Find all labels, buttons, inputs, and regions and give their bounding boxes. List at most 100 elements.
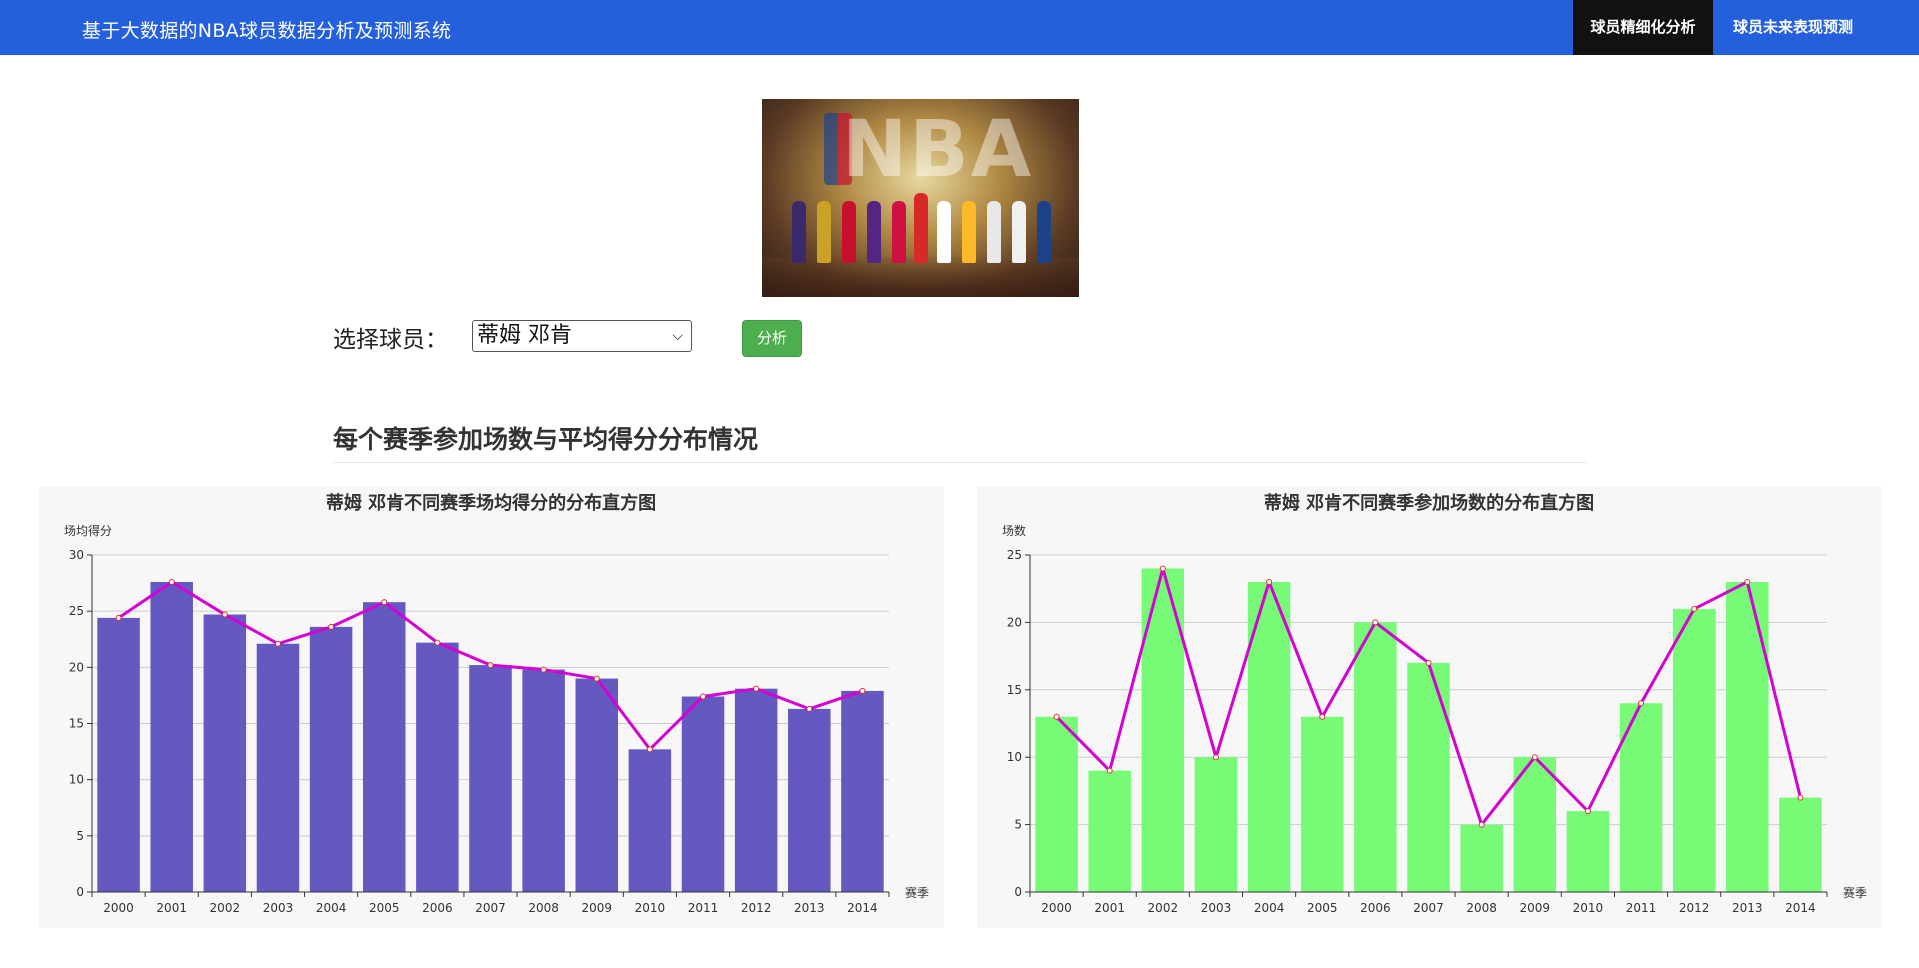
x-tick-label: 2011 xyxy=(1626,901,1657,915)
trend-point xyxy=(1372,619,1379,626)
trend-point xyxy=(1425,659,1432,666)
trend-point xyxy=(859,687,866,694)
x-tick-label: 2001 xyxy=(156,901,187,915)
player-figure xyxy=(1037,201,1051,263)
trend-point xyxy=(1106,767,1113,774)
player-figure xyxy=(867,201,881,263)
y-tick-label: 0 xyxy=(76,885,84,899)
analyze-button[interactable]: 分析 xyxy=(742,320,802,357)
trend-point xyxy=(1053,713,1060,720)
games-played-chart: 蒂姆 邓肯不同赛季参加场数的分布直方图 场数 赛季 0 5 10 15 20 25 2000 200… xyxy=(977,487,1882,928)
x-tick-label: 2008 xyxy=(528,901,559,915)
selected-player-value: 蒂姆 邓肯 xyxy=(477,323,572,348)
bar xyxy=(575,678,619,892)
trend-point xyxy=(115,614,122,621)
x-tick-label: 2010 xyxy=(635,901,666,915)
x-tick-label: 2004 xyxy=(316,901,347,915)
bar xyxy=(1300,716,1344,892)
y-tick-label: 5 xyxy=(1014,818,1022,832)
y-tick-label: 30 xyxy=(69,548,84,562)
x-tick-label: 2002 xyxy=(210,901,241,915)
bar xyxy=(1779,797,1822,892)
trend-point xyxy=(1638,700,1645,707)
games-played-chart-svg: 蒂姆 邓肯不同赛季参加场数的分布直方图场数赛季 0 5 10 15 20 25 2000 200… xyxy=(1002,492,1867,915)
bar xyxy=(522,669,565,892)
app-title: 基于大数据的NBA球员数据分析及预测系统 xyxy=(82,20,452,42)
x-tick-label: 2014 xyxy=(1785,901,1816,915)
chart-title: 蒂姆 邓肯不同赛季参加场数的分布直方图 xyxy=(1264,492,1594,514)
trend-point xyxy=(806,705,813,712)
nav-player-future-prediction[interactable]: 球员未来表现预测 xyxy=(1713,0,1873,55)
player-figure xyxy=(792,201,806,263)
y-tick-label: 15 xyxy=(1007,683,1022,697)
bar xyxy=(362,602,406,892)
bar xyxy=(681,696,725,892)
trend-point xyxy=(1159,565,1166,572)
x-tick-label: 2012 xyxy=(741,901,772,915)
x-tick-label: 2004 xyxy=(1254,901,1285,915)
trend-point xyxy=(1319,713,1326,720)
bar xyxy=(203,614,247,892)
trend-point xyxy=(168,578,175,585)
bar xyxy=(628,749,672,892)
y-tick-label: 15 xyxy=(69,717,84,731)
bar xyxy=(309,626,353,892)
x-tick-label: 2007 xyxy=(1413,901,1444,915)
bar xyxy=(788,708,831,892)
chart-title: 蒂姆 邓肯不同赛季场均得分的分布直方图 xyxy=(326,492,656,514)
chevron-down-icon: ⌵ xyxy=(672,328,683,344)
bar xyxy=(734,688,778,892)
y-tick-label: 20 xyxy=(69,660,84,674)
bar xyxy=(469,665,512,892)
bar xyxy=(1354,622,1397,892)
player-figure xyxy=(962,201,976,263)
x-tick-label: 2009 xyxy=(581,901,612,915)
x-tick-label: 2010 xyxy=(1573,901,1604,915)
section-divider xyxy=(333,462,1587,463)
x-tick-label: 2003 xyxy=(263,901,294,915)
x-tick-label: 2013 xyxy=(794,901,825,915)
bar xyxy=(416,642,459,892)
trend-point xyxy=(274,640,281,647)
y-tick-label: 10 xyxy=(1007,750,1022,764)
y-tick-label: 10 xyxy=(69,773,84,787)
trend-point xyxy=(434,639,441,646)
x-tick-label: 2000 xyxy=(103,901,134,915)
y-axis-label: 场均得分 xyxy=(64,523,112,538)
x-axis-label: 赛季 xyxy=(1843,885,1867,900)
x-tick-label: 2014 xyxy=(847,901,878,915)
trend-point xyxy=(1744,578,1751,585)
y-tick-label: 25 xyxy=(1007,548,1022,562)
trend-point xyxy=(221,611,228,618)
x-tick-label: 2000 xyxy=(1041,901,1072,915)
bar xyxy=(1088,770,1131,892)
y-tick-label: 0 xyxy=(1014,885,1022,899)
player-figure xyxy=(817,201,831,263)
x-tick-label: 2005 xyxy=(369,901,400,915)
player-figure xyxy=(892,201,906,263)
trend-point xyxy=(540,666,547,673)
y-axis-label: 场数 xyxy=(1002,523,1026,538)
bar xyxy=(1726,581,1769,892)
trend-point xyxy=(1478,821,1485,828)
bar xyxy=(97,617,140,892)
trend-point xyxy=(328,623,335,630)
bar xyxy=(256,643,300,892)
trend-point xyxy=(487,662,494,669)
x-tick-label: 2011 xyxy=(688,901,719,915)
trend-point xyxy=(593,675,600,682)
player-figure xyxy=(987,201,1001,263)
x-tick-label: 2005 xyxy=(1307,901,1338,915)
player-select-dropdown[interactable]: 蒂姆 邓肯 ⌵ xyxy=(472,320,692,352)
trend-point xyxy=(381,599,388,606)
x-tick-label: 2002 xyxy=(1148,901,1179,915)
y-tick-label: 5 xyxy=(76,829,84,843)
select-player-label: 选择球员： xyxy=(333,327,448,353)
x-tick-label: 2008 xyxy=(1466,901,1497,915)
nav-player-detail-analysis[interactable]: 球员精细化分析 xyxy=(1573,0,1713,55)
x-tick-label: 2001 xyxy=(1094,901,1125,915)
bar xyxy=(150,581,193,892)
nba-banner-image: NBA xyxy=(762,99,1079,297)
player-figure xyxy=(937,201,951,263)
nba-logo-watermark: NBA xyxy=(842,105,1034,195)
